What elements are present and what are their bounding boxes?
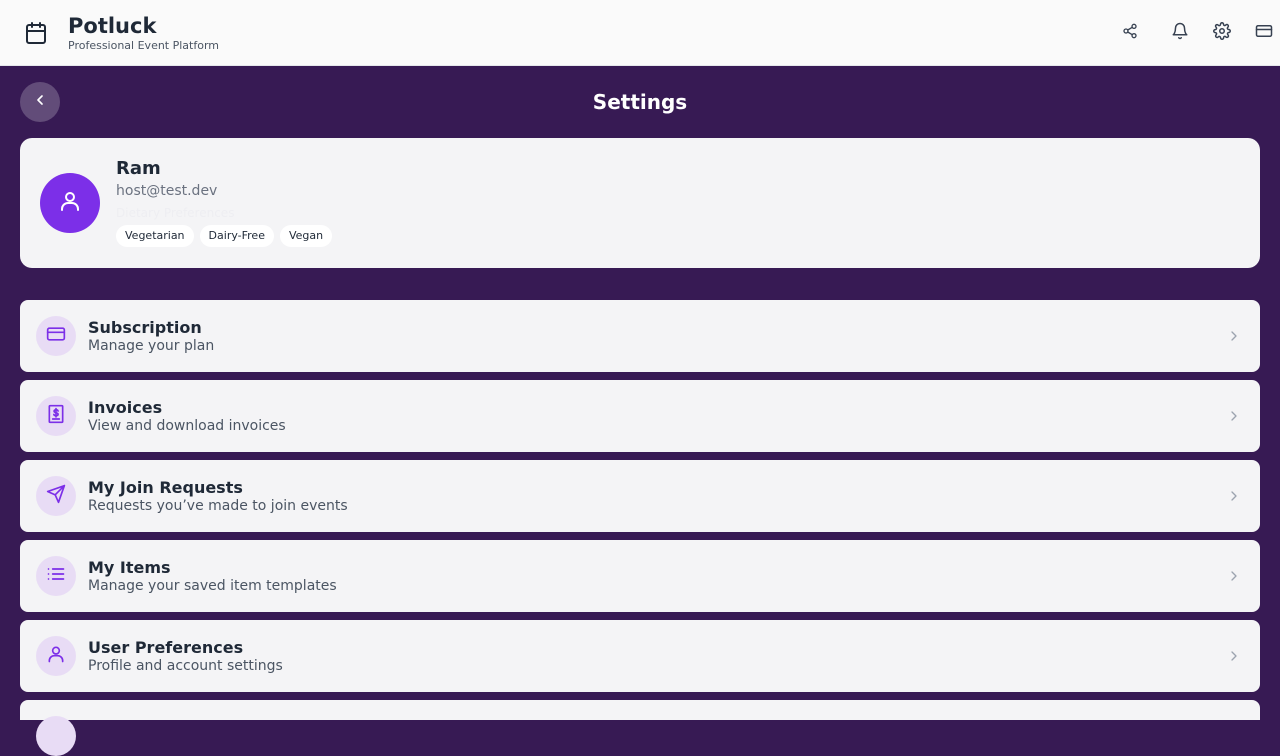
menu-icon-bubble (36, 316, 76, 356)
credit-card-icon (1255, 22, 1273, 44)
menu-item-subtitle: View and download invoices (88, 418, 286, 434)
menu-item-title: Invoices (88, 398, 163, 417)
credit-card-icon (46, 324, 66, 348)
profile-name: Ram (116, 158, 161, 179)
menu-item-title: My Join Requests (88, 478, 243, 497)
profile-card: Ram host@test.dev Dietary Preferences Ve… (20, 138, 1260, 268)
menu-item-partial[interactable] (20, 700, 1260, 756)
page-title: Settings (592, 90, 688, 114)
app-subtitle: Professional Event Platform (68, 39, 220, 52)
app-title: Potluck (68, 14, 157, 38)
avatar (40, 173, 100, 233)
menu-item-title: Subscription (88, 318, 202, 337)
menu-item-user-preferences[interactable]: User Preferences Profile and account set… (20, 620, 1260, 692)
menu-icon-bubble (36, 396, 76, 436)
page-header: Settings (0, 66, 1280, 138)
dietary-tags: Vegetarian Dairy-Free Vegan (116, 225, 333, 247)
menu-item-subtitle: Profile and account settings (88, 658, 283, 674)
list-icon (46, 564, 66, 588)
menu-item-subtitle: Manage your saved item templates (88, 578, 337, 594)
menu-icon-bubble (36, 636, 76, 676)
menu-item-my-items[interactable]: My Items Manage your saved item template… (20, 540, 1260, 612)
menu-item-subtitle: Manage your plan (88, 338, 215, 354)
top-bar: Potluck Professional Event Platform (0, 0, 1280, 66)
user-icon (46, 644, 66, 668)
diet-tag: Vegetarian (116, 225, 194, 247)
dietary-preferences-label: Dietary Preferences (116, 206, 235, 220)
menu-icon-bubble (36, 556, 76, 596)
share-icon (1122, 23, 1138, 43)
diet-tag: Vegan (279, 225, 333, 247)
brand[interactable]: Potluck Professional Event Platform (68, 14, 219, 53)
menu-icon-bubble (36, 476, 76, 516)
gear-icon (1213, 21, 1231, 44)
chevron-right-icon (1226, 328, 1242, 344)
menu-item-title: User Preferences (88, 638, 244, 657)
chevron-right-icon (1226, 488, 1242, 504)
send-icon (46, 484, 66, 508)
user-icon (58, 189, 82, 217)
menu-item-join-requests[interactable]: My Join Requests Requests you’ve made to… (20, 460, 1260, 532)
menu-item-subscription[interactable]: Subscription Manage your plan (20, 300, 1260, 372)
chevron-right-icon (1226, 568, 1242, 584)
settings-button[interactable] (1210, 21, 1234, 45)
menu-item-invoices[interactable]: Invoices View and download invoices (20, 380, 1260, 452)
chevron-right-icon (1226, 408, 1242, 424)
menu-icon-bubble (36, 716, 76, 756)
menu-item-title: My Items (88, 558, 171, 577)
profile-email: host@test.dev (116, 183, 218, 199)
billing-button[interactable] (1252, 21, 1276, 45)
chevron-right-icon (1226, 648, 1242, 664)
calendar-icon (24, 21, 48, 45)
invoice-icon (46, 404, 66, 428)
diet-tag: Dairy-Free (199, 225, 274, 247)
share-button[interactable] (1118, 21, 1142, 45)
notifications-button[interactable] (1168, 21, 1192, 45)
menu-item-subtitle: Requests you’ve made to join events (88, 498, 348, 514)
bell-icon (1171, 22, 1189, 44)
